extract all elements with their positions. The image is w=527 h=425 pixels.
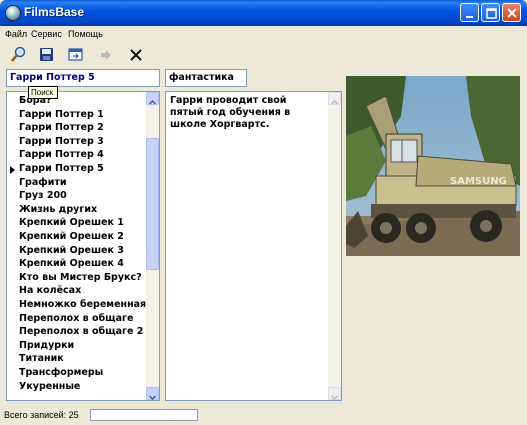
list-item[interactable]: Графити xyxy=(19,177,67,188)
list-item[interactable]: Придурки xyxy=(19,340,74,351)
app-icon xyxy=(5,5,21,21)
arrow-right-icon[interactable] xyxy=(96,45,116,65)
list-item[interactable]: Груз 200 xyxy=(19,190,67,201)
minimize-button[interactable] xyxy=(460,3,479,22)
search-tooltip: Поиск xyxy=(28,86,58,99)
scroll-thumb[interactable] xyxy=(146,138,159,270)
export-icon[interactable] xyxy=(66,45,86,65)
menu-file[interactable]: Файл xyxy=(5,29,27,39)
list-item[interactable]: Кто вы Мистер Брукс? xyxy=(19,272,142,283)
delete-icon[interactable] xyxy=(126,45,146,65)
list-item[interactable]: Гарри Поттер 3 xyxy=(19,136,104,147)
status-panel xyxy=(90,409,198,421)
record-count: Всего записей: 25 xyxy=(4,410,79,420)
genre-field[interactable]: фантастика xyxy=(165,69,247,87)
menu-service[interactable]: Сервис xyxy=(31,29,62,39)
list-item[interactable]: Укуренные xyxy=(19,381,80,392)
list-item[interactable]: Крепкий Орешек 4 xyxy=(19,258,124,269)
list-item[interactable]: Переполох в общаге xyxy=(19,313,133,324)
list-item[interactable]: Гарри Поттер 1 xyxy=(19,109,104,120)
menu-help[interactable]: Помощь xyxy=(68,29,103,39)
search-input[interactable]: Гарри Поттер 5 xyxy=(6,69,160,87)
toolbar xyxy=(0,43,527,67)
title-bar[interactable]: FilmsBase xyxy=(0,0,527,26)
scroll-up-button[interactable] xyxy=(328,92,341,105)
film-list-scrollbar[interactable] xyxy=(146,92,159,400)
film-description: Гарри проводит свой пятый год обучения в… xyxy=(170,95,291,130)
save-icon[interactable] xyxy=(37,45,57,65)
scroll-up-button[interactable] xyxy=(146,92,159,105)
close-button[interactable] xyxy=(502,3,521,22)
list-item[interactable]: Жизнь других xyxy=(19,204,97,215)
search-icon[interactable] xyxy=(8,45,28,65)
list-item[interactable]: Крепкий Орешек 1 xyxy=(19,217,124,228)
current-row-indicator-icon xyxy=(10,166,15,174)
list-item[interactable]: Титаник xyxy=(19,353,64,364)
menu-bar: Файл Сервис Помощь xyxy=(0,26,527,43)
window-title: FilmsBase xyxy=(24,5,85,19)
list-item[interactable]: Гарри Поттер 2 xyxy=(19,122,104,133)
list-item[interactable]: Крепкий Орешек 2 xyxy=(19,231,124,242)
list-item[interactable]: На колёсах xyxy=(19,285,81,296)
truck-brand-text: SAMSUNG xyxy=(450,176,507,187)
list-item[interactable]: Гарри Поттер 5 xyxy=(19,163,104,174)
list-item[interactable]: Немножко беременная xyxy=(19,299,146,310)
film-list[interactable]: Бора? Гарри Поттер 1 Гарри Поттер 2 Гарри П… xyxy=(6,91,160,401)
app-window: FilmsBase Файл Сервис Помощь Гарри Потте… xyxy=(0,0,527,425)
maximize-button[interactable] xyxy=(481,3,500,22)
list-item[interactable]: Гарри Поттер 4 xyxy=(19,149,104,160)
scroll-down-button[interactable] xyxy=(146,387,159,400)
list-item[interactable]: Переполох в общаге 2 xyxy=(19,326,143,337)
description-panel[interactable]: Гарри проводит свой пятый год обучения в… xyxy=(165,91,342,401)
status-bar: Всего записей: 25 xyxy=(0,404,527,425)
list-item[interactable]: Трансформеры xyxy=(19,367,103,378)
description-scrollbar[interactable] xyxy=(328,92,341,400)
scroll-down-button[interactable] xyxy=(328,387,341,400)
film-poster-image: SAMSUNG xyxy=(346,76,520,256)
list-item[interactable]: Крепкий Орешек 3 xyxy=(19,245,124,256)
